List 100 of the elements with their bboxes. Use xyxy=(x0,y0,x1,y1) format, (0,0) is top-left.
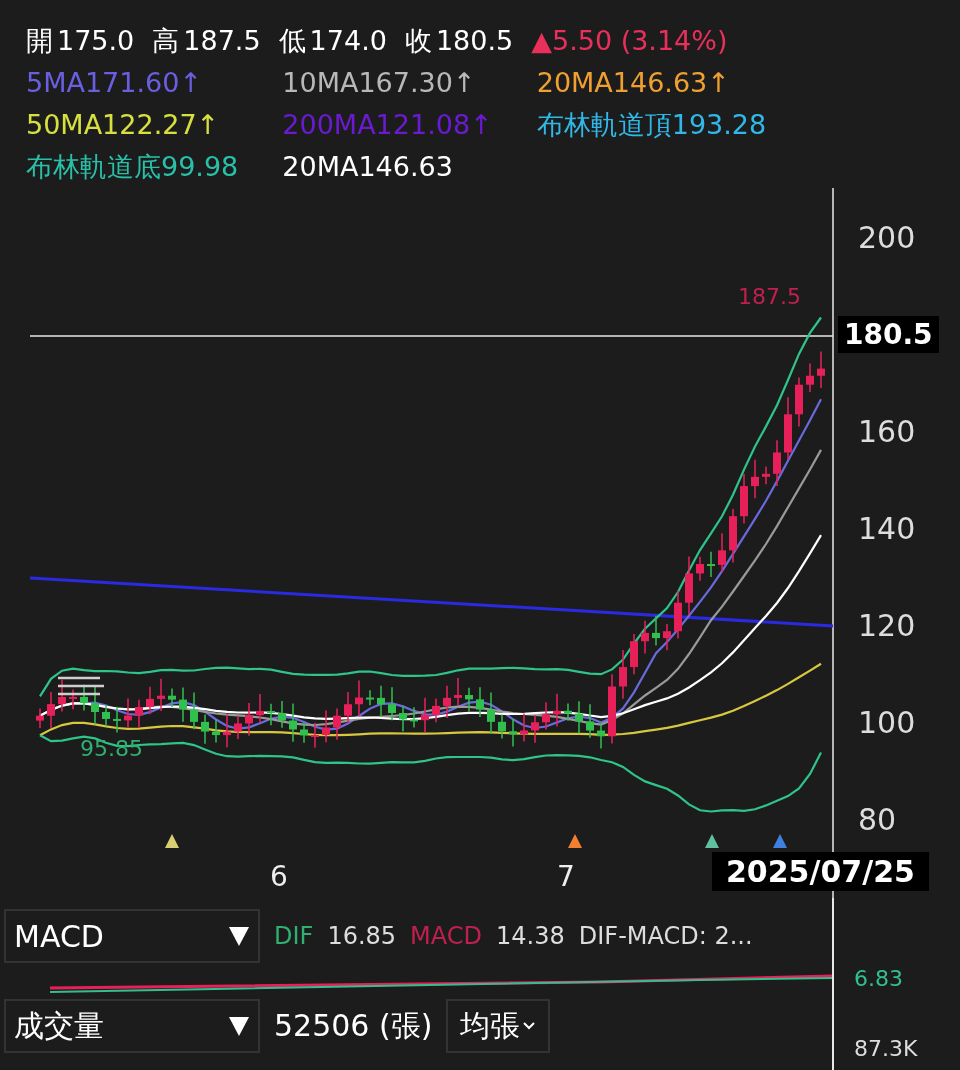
candlestick xyxy=(388,686,396,722)
candlestick xyxy=(234,715,242,740)
candlestick xyxy=(586,703,594,739)
candlestick xyxy=(366,689,374,706)
candlestick xyxy=(322,709,330,744)
candlestick xyxy=(641,619,649,655)
candlestick xyxy=(674,589,682,640)
candlestick xyxy=(751,459,759,500)
candlestick xyxy=(212,718,220,744)
candlestick xyxy=(487,691,495,735)
candlestick xyxy=(190,691,198,730)
candlestick xyxy=(267,702,275,726)
candlestick xyxy=(179,686,187,723)
macd-label: MACD xyxy=(410,922,483,950)
quote-label: 高 xyxy=(152,24,180,58)
last-price-tag: 180.5 xyxy=(838,316,939,353)
candlestick xyxy=(542,701,550,731)
candlestick xyxy=(410,706,418,729)
candlestick xyxy=(630,633,638,676)
candlestick xyxy=(597,722,605,750)
candlestick xyxy=(564,702,572,722)
candlestick xyxy=(619,649,627,700)
dropdown-triangle-icon xyxy=(228,925,250,947)
date-axis-label: 7 xyxy=(557,860,575,893)
signal-marker-icon xyxy=(165,834,179,848)
candlestick xyxy=(575,700,583,735)
candlestick xyxy=(355,679,363,718)
candlestick xyxy=(80,684,88,712)
macd-value: 14.38 xyxy=(496,922,565,950)
candlestick xyxy=(69,688,77,710)
candlestick xyxy=(113,706,121,734)
candlestick xyxy=(553,692,561,728)
candlestick xyxy=(531,714,539,744)
candlestick xyxy=(784,396,792,461)
candlestick xyxy=(146,685,154,715)
candlestick xyxy=(795,376,803,428)
candlestick xyxy=(421,697,429,734)
candlestick xyxy=(817,350,825,389)
candlestick xyxy=(696,555,704,582)
candlestick xyxy=(432,697,440,723)
candlestick xyxy=(707,551,715,578)
quote-label: 收 xyxy=(404,24,432,58)
candlestick xyxy=(377,684,385,718)
chevron-down-icon xyxy=(522,1021,537,1031)
crosshair-date-tag: 2025/07/25 xyxy=(712,852,929,891)
candlestick xyxy=(729,508,737,564)
price-axis-label: 120 xyxy=(858,608,916,643)
signal-marker-icon xyxy=(705,834,719,848)
macd-axis-value: 6.83 xyxy=(854,966,903,991)
candlestick xyxy=(311,722,319,749)
dif-macd-value: DIF-MACD: 2... xyxy=(578,922,753,950)
candlestick xyxy=(685,555,693,616)
price-axis-label: 80 xyxy=(858,802,897,837)
candlestick xyxy=(256,693,264,724)
candlestick xyxy=(168,687,176,708)
quote-value: 187.5 xyxy=(183,24,261,58)
indicator-legend: 20MA146.63 xyxy=(282,146,493,188)
candlestick xyxy=(476,686,484,718)
candlestick xyxy=(102,703,110,727)
indicator-dropdown[interactable]: 成交量 xyxy=(4,999,260,1053)
signal-marker-icon xyxy=(568,834,582,848)
indicator-legend: 布林軌道頂193.28 xyxy=(536,104,767,146)
candlestick xyxy=(333,707,341,741)
candlestick xyxy=(465,686,473,713)
volume-axis-value: 87.3K xyxy=(854,1036,918,1061)
date-axis-label: 6 xyxy=(270,860,288,893)
price-axis-label: 200 xyxy=(858,220,916,255)
candlestick xyxy=(663,623,671,652)
quote-value: 175.0 xyxy=(57,24,135,58)
volume-unit-button[interactable]: 均張 xyxy=(446,999,551,1053)
indicator-dropdown[interactable]: MACD xyxy=(4,909,260,963)
drawing-tool-icon xyxy=(58,676,104,696)
high-price-label: 187.5 xyxy=(738,284,801,309)
candlestick xyxy=(762,465,770,485)
candlestick xyxy=(124,697,132,729)
indicator-legend: 5MA171.60↑ xyxy=(26,62,239,104)
quote-label: 低 xyxy=(278,24,306,58)
candlestick xyxy=(36,707,44,729)
price-change: ▲5.50 (3.14%) xyxy=(531,24,728,58)
candlestick xyxy=(58,679,66,713)
quote-label: 開 xyxy=(26,24,53,58)
dropdown-triangle-icon xyxy=(228,1015,250,1037)
candlestick xyxy=(718,532,726,573)
candlestick xyxy=(201,713,209,745)
candlestick xyxy=(454,677,462,706)
candlestick xyxy=(157,677,165,712)
candlestick xyxy=(278,700,286,729)
indicator-legend: 20MA146.63↑ xyxy=(536,62,767,104)
dif-value: 16.85 xyxy=(327,922,397,950)
candlestick xyxy=(344,691,352,724)
dif-label: DIF xyxy=(274,922,314,950)
candlestick xyxy=(300,721,308,744)
price-axis-label: 100 xyxy=(858,705,916,740)
candlestick xyxy=(740,473,748,525)
indicator-legend: 200MA121.08↑ xyxy=(282,104,493,146)
candlestick xyxy=(47,691,55,729)
indicator-legend: 50MA122.27↑ xyxy=(26,104,239,146)
candlestick xyxy=(399,704,407,733)
candlestick xyxy=(289,702,297,743)
quote-value: 174.0 xyxy=(309,24,387,58)
